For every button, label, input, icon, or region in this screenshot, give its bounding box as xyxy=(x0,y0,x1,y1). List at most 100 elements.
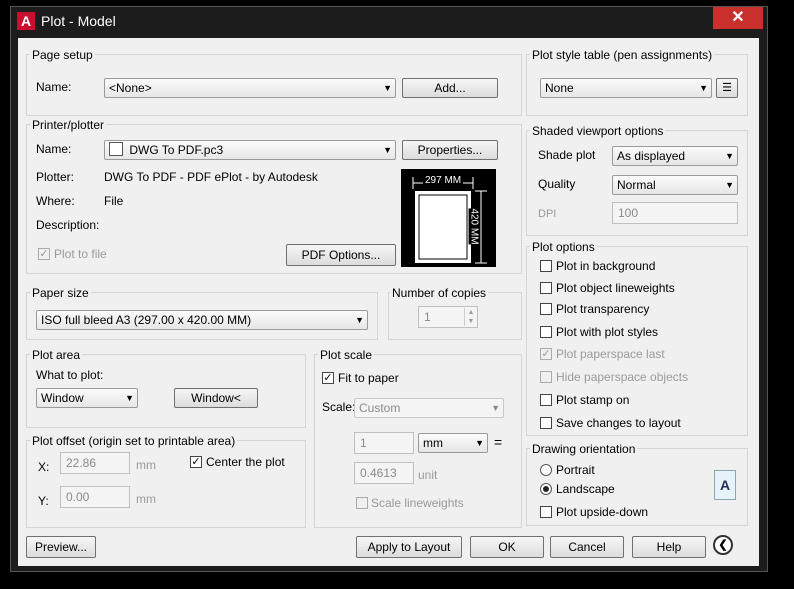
upside-down-label: Plot upside-down xyxy=(556,505,649,519)
offset-y-input[interactable]: 0.00 xyxy=(60,486,130,508)
where-label: Where: xyxy=(36,194,75,208)
plot-option-label: Plot object lineweights xyxy=(556,281,675,295)
fit-to-paper-label: Fit to paper xyxy=(338,371,399,385)
chevron-down-icon: ▼ xyxy=(355,315,364,325)
landscape-radio[interactable] xyxy=(540,483,552,495)
offset-x-input[interactable]: 22.86 xyxy=(60,452,130,474)
offset-x-unit: mm xyxy=(136,458,156,472)
plot-style-value: None xyxy=(545,81,574,95)
scale-value: Custom xyxy=(359,401,401,415)
scale-select[interactable]: Custom ▼ xyxy=(354,398,504,418)
offset-y-unit: mm xyxy=(136,492,156,506)
edit-plot-style-button[interactable]: ☰ xyxy=(716,78,738,98)
autocad-logo-icon: A xyxy=(17,12,35,30)
page-setup-name-select[interactable]: <None> ▼ xyxy=(104,78,396,98)
plot-lineweights-checkbox[interactable] xyxy=(540,282,552,294)
what-to-plot-select[interactable]: Window ▼ xyxy=(36,388,138,408)
collapse-chevron-icon[interactable]: ❮ xyxy=(713,535,733,555)
plot-style-label: Plot style table (pen assignments) xyxy=(530,48,715,62)
plot-style-select[interactable]: None ▼ xyxy=(540,78,712,98)
chevron-down-icon: ▼ xyxy=(383,83,392,93)
quality-value: Normal xyxy=(617,178,656,192)
shaded-viewport-label: Shaded viewport options xyxy=(530,124,666,138)
offset-x-label: X: xyxy=(38,460,50,474)
plot-option-label: Plot paperspace last xyxy=(556,347,665,361)
plot-option-label: Hide paperspace objects xyxy=(556,370,689,384)
what-to-plot-value: Window xyxy=(41,391,84,405)
page-setup-name-value: <None> xyxy=(109,81,152,95)
ok-button[interactable]: OK xyxy=(470,536,544,558)
paperspace-last-checkbox[interactable]: ✓ xyxy=(540,348,552,360)
orientation-page-icon: A xyxy=(714,470,736,500)
scale-lineweights-label: Scale lineweights xyxy=(371,496,464,510)
scale-unit-select[interactable]: mm ▼ xyxy=(418,433,488,453)
chevron-down-icon: ▼ xyxy=(725,151,734,161)
plot-option-label: Plot transparency xyxy=(556,302,650,316)
chevron-down-icon: ▼ xyxy=(491,403,500,413)
plot-styles-checkbox[interactable] xyxy=(540,326,552,338)
plot-option-label: Save changes to layout xyxy=(556,416,681,430)
quality-select[interactable]: Normal ▼ xyxy=(612,175,738,195)
printer-name-select[interactable]: DWG To PDF.pc3 ▼ xyxy=(104,140,396,160)
offset-y-label: Y: xyxy=(38,494,49,508)
pdf-options-button[interactable]: PDF Options... xyxy=(286,244,396,266)
copies-stepper[interactable]: ▲ ▼ xyxy=(464,308,477,326)
plot-stamp-checkbox[interactable] xyxy=(540,394,552,406)
plotter-value: DWG To PDF - PDF ePlot - by Autodesk xyxy=(104,170,318,184)
printer-plotter-label: Printer/plotter xyxy=(30,118,107,132)
pdf-printer-icon xyxy=(109,142,123,156)
portrait-radio[interactable] xyxy=(540,464,552,476)
table-edit-icon: ☰ xyxy=(722,82,732,94)
plotter-label: Plotter: xyxy=(36,170,75,184)
scale-unit2-label: unit xyxy=(418,468,438,482)
paper-height-label: 420 MM xyxy=(468,208,480,245)
plot-options-group xyxy=(526,246,748,436)
scale-lineweights-checkbox[interactable] xyxy=(356,497,368,509)
cancel-button[interactable]: Cancel xyxy=(550,536,624,558)
fit-to-paper-checkbox[interactable]: ✓ xyxy=(322,372,334,384)
what-to-plot-label: What to plot: xyxy=(36,368,104,382)
add-button[interactable]: Add... xyxy=(402,78,498,98)
quality-label: Quality xyxy=(538,177,576,191)
apply-to-layout-button[interactable]: Apply to Layout xyxy=(356,536,462,558)
paper-width-label: 297 MM xyxy=(423,175,464,186)
upside-down-checkbox[interactable] xyxy=(540,506,552,518)
shade-plot-value: As displayed xyxy=(617,149,686,163)
window-pick-button[interactable]: Window< xyxy=(174,388,258,408)
paper-size-value: ISO full bleed A3 (297.00 x 420.00 MM) xyxy=(41,313,252,327)
help-button[interactable]: Help xyxy=(632,536,706,558)
plot-scale-label: Plot scale xyxy=(318,348,375,362)
landscape-label: Landscape xyxy=(556,482,615,496)
equals-sign: = xyxy=(494,434,503,450)
chevron-down-icon: ▼ xyxy=(383,145,392,155)
orientation-label: Drawing orientation xyxy=(530,442,638,456)
save-changes-checkbox[interactable] xyxy=(540,417,552,429)
title-bar[interactable]: A Plot - Model ✕ xyxy=(11,7,767,35)
paper-size-select[interactable]: ISO full bleed A3 (297.00 x 420.00 MM) ▼ xyxy=(36,310,368,330)
printer-name-value: DWG To PDF.pc3 xyxy=(129,143,224,157)
close-button[interactable]: ✕ xyxy=(713,7,763,29)
plot-transparency-checkbox[interactable] xyxy=(540,303,552,315)
dpi-input[interactable]: 100 xyxy=(612,202,738,224)
chevron-down-icon: ▼ xyxy=(699,83,708,93)
plot-dialog: A Plot - Model ✕ Page setup Name: <None>… xyxy=(10,6,768,572)
shade-plot-select[interactable]: As displayed ▼ xyxy=(612,146,738,166)
hide-paperspace-checkbox[interactable] xyxy=(540,371,552,383)
plot-to-file-checkbox[interactable]: ✓ xyxy=(38,248,50,260)
scale-value2-input[interactable]: 0.4613 xyxy=(354,462,414,484)
plot-offset-label: Plot offset (origin set to printable are… xyxy=(30,434,238,448)
dialog-body: Page setup Name: <None> ▼ Add... Printer… xyxy=(18,38,759,566)
plot-option-label: Plot in background xyxy=(556,259,656,273)
plot-options-label: Plot options xyxy=(530,240,597,254)
portrait-label: Portrait xyxy=(556,463,595,477)
description-label: Description: xyxy=(36,218,100,232)
properties-button[interactable]: Properties... xyxy=(402,140,498,160)
center-plot-checkbox[interactable]: ✓ xyxy=(190,456,202,468)
chevron-down-icon: ▼ xyxy=(475,438,484,448)
plot-background-checkbox[interactable] xyxy=(540,260,552,272)
plot-option-label: Plot with plot styles xyxy=(556,325,659,339)
chevron-down-icon: ▼ xyxy=(125,393,134,403)
paper-size-label: Paper size xyxy=(30,286,91,300)
scale-value1-input[interactable]: 1 xyxy=(354,432,414,454)
preview-button[interactable]: Preview... xyxy=(26,536,96,558)
